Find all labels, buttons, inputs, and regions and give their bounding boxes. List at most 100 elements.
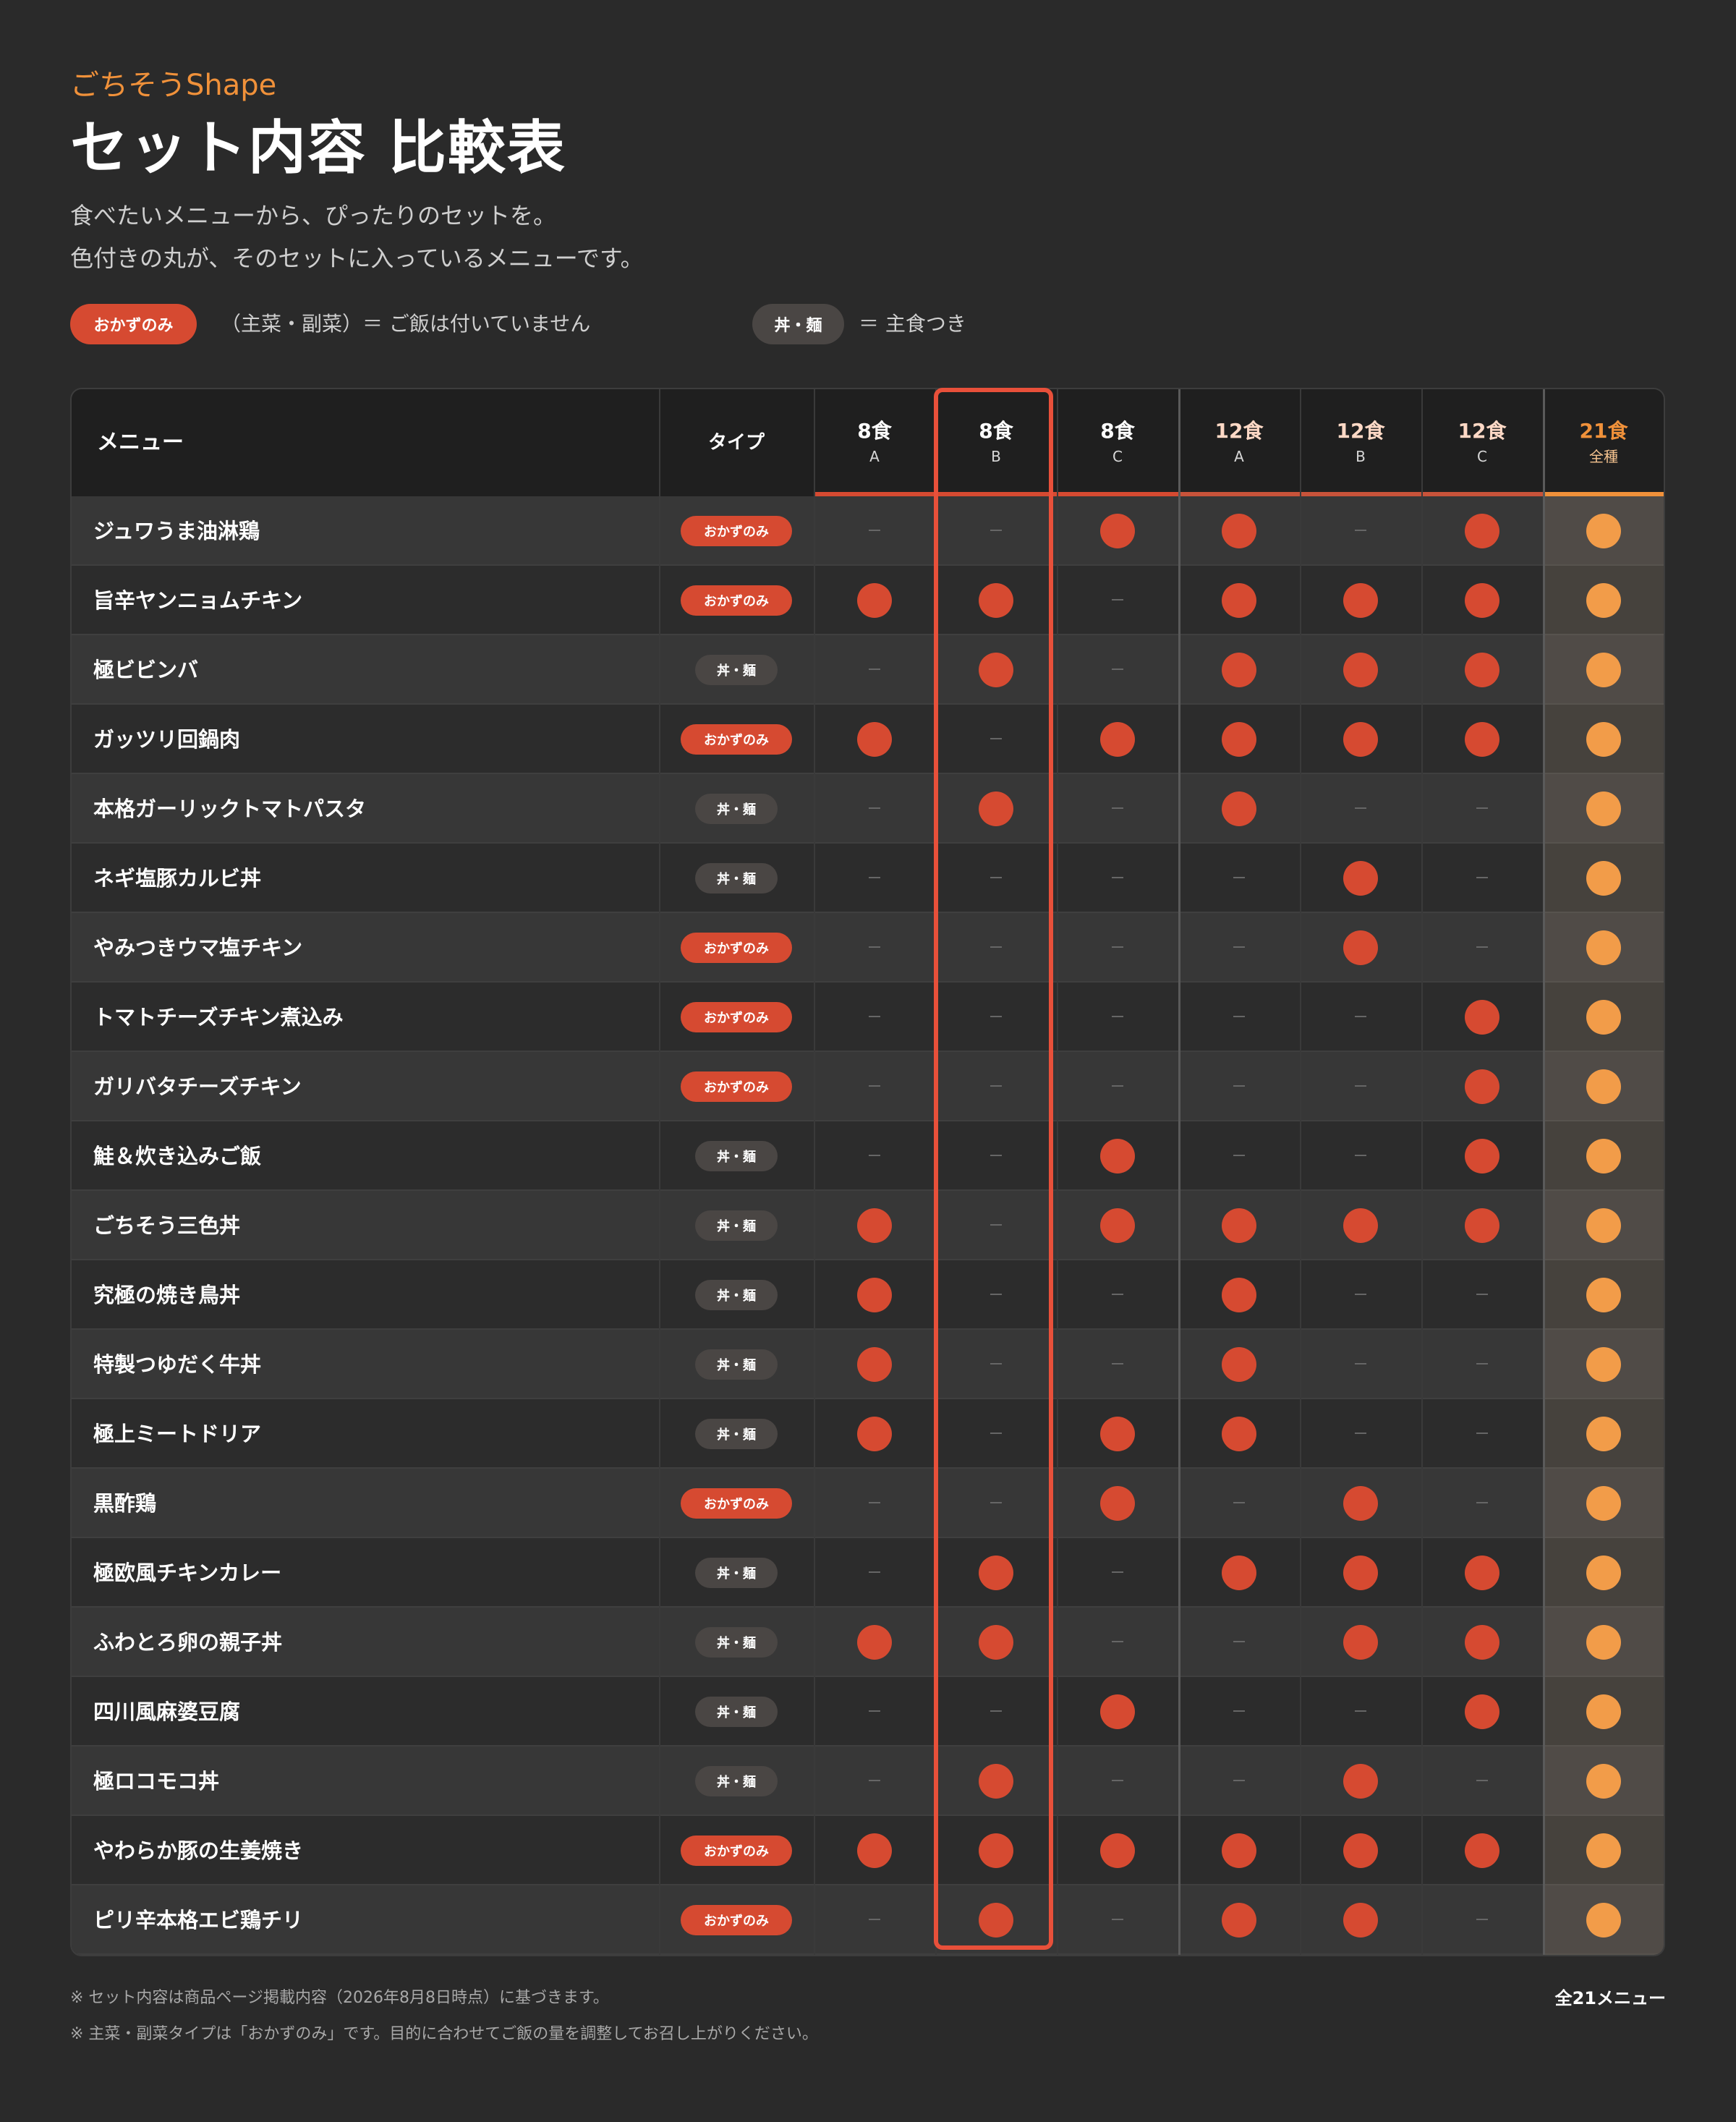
- comparison-table: メニュー タイプ 8食 A 8食 B 8食 C 12食 A 12食 B 12食 C 21食 全種 ジュワう…: [70, 388, 1665, 1956]
- not-included-dash: [1476, 1363, 1488, 1365]
- included-dot: [857, 583, 892, 618]
- set-header-variant: A: [1234, 448, 1244, 465]
- set-header-variant: A: [869, 448, 880, 465]
- footnote-2: ※ 主菜・副菜タイプは「おかずのみ」です。目的に合わせてご飯の量を調整してお召し…: [70, 2025, 818, 2043]
- included-dot: [1222, 1208, 1256, 1243]
- type-badge-don: 丼・麺: [695, 1210, 778, 1241]
- included-dot: [1100, 722, 1135, 757]
- menu-name: やみつきウマ塩チキン: [93, 935, 303, 960]
- legend-don-pill: 丼・麺: [752, 304, 844, 344]
- table-row: トマトチーズチキン煮込み おかずのみ: [72, 983, 1664, 1052]
- menu-name: ごちそう三色丼: [93, 1213, 241, 1238]
- included-dot: [857, 1208, 892, 1243]
- set-header-variant: C: [1112, 448, 1123, 465]
- included-dot: [1465, 1139, 1499, 1174]
- included-dot: [857, 1347, 892, 1382]
- not-included-dash: [869, 1016, 880, 1017]
- not-included-dash: [1112, 807, 1123, 809]
- legend-okazu-pill: おかずのみ: [70, 304, 197, 344]
- not-included-dash: [1112, 1363, 1123, 1365]
- included-dot: [1100, 1417, 1135, 1451]
- not-included-dash: [869, 669, 880, 670]
- not-included-dash: [869, 1571, 880, 1573]
- column-divider: [814, 389, 815, 1955]
- included-dot: [1343, 1208, 1378, 1243]
- included-dot: [1222, 791, 1256, 826]
- set-header-5: 12食 B: [1300, 418, 1421, 469]
- included-dot: [857, 1833, 892, 1868]
- not-included-dash: [1112, 1641, 1123, 1642]
- table-row: 旨辛ヤンニョムチキン おかずのみ: [72, 566, 1664, 635]
- type-badge-okazu: おかずのみ: [681, 516, 792, 546]
- not-included-dash: [1355, 1155, 1366, 1156]
- legend: おかずのみ （主菜・副菜）＝ ご飯は付いていません 丼・麺 ＝ 主食つき: [70, 304, 1083, 344]
- type-badge-don: 丼・麺: [695, 794, 778, 824]
- type-badge-okazu: おかずのみ: [681, 724, 792, 755]
- not-included-dash: [1112, 1919, 1123, 1920]
- included-dot: [1222, 514, 1256, 548]
- type-badge-don: 丼・麺: [695, 1697, 778, 1727]
- table-row: 極ビビンバ 丼・麺: [72, 635, 1664, 705]
- not-included-dash: [1476, 946, 1488, 948]
- not-included-dash: [1233, 877, 1245, 878]
- table-row: 極上ミートドリア 丼・麺: [72, 1399, 1664, 1469]
- included-dot: [1465, 1833, 1499, 1868]
- set-header-variant: 全種: [1589, 448, 1618, 465]
- table-row: 黒酢鶏 おかずのみ: [72, 1469, 1664, 1538]
- not-included-dash: [1112, 599, 1123, 600]
- not-included-dash: [869, 1155, 880, 1156]
- description-line-1: 食べたいメニューから、ぴったりのセットを。: [70, 202, 557, 229]
- table-row: 鮭＆炊き込みご飯 丼・麺: [72, 1121, 1664, 1191]
- included-dot: [1465, 1000, 1499, 1035]
- menu-name: ふわとろ卵の親子丼: [93, 1630, 283, 1655]
- menu-name: 究極の焼き鳥丼: [93, 1283, 241, 1307]
- not-included-dash: [1233, 1780, 1245, 1781]
- not-included-dash: [1355, 807, 1366, 809]
- table-row: ごちそう三色丼 丼・麺: [72, 1191, 1664, 1260]
- set-header-name: 8食: [1100, 419, 1135, 443]
- not-included-dash: [1355, 530, 1366, 531]
- not-included-dash: [1233, 1710, 1245, 1712]
- not-included-dash: [869, 807, 880, 809]
- not-included-dash: [1112, 669, 1123, 670]
- not-included-dash: [869, 877, 880, 878]
- included-dot: [1465, 1694, 1499, 1729]
- not-included-dash: [1476, 877, 1488, 878]
- menu-name: ガッツリ回鍋肉: [93, 727, 241, 752]
- not-included-dash: [1112, 1294, 1123, 1295]
- included-dot: [1100, 1208, 1135, 1243]
- legend-okazu-text: （主菜・副菜）＝ ご飯は付いていません: [221, 312, 591, 336]
- not-included-dash: [1476, 1780, 1488, 1781]
- set-header-variant: C: [1477, 448, 1487, 465]
- table-row: 極欧風チキンカレー 丼・麺: [72, 1538, 1664, 1608]
- set-header-4: 12食 A: [1178, 418, 1300, 469]
- not-included-dash: [1233, 1641, 1245, 1642]
- not-included-dash: [1233, 1016, 1245, 1017]
- included-dot: [1465, 514, 1499, 548]
- not-included-dash: [1476, 1502, 1488, 1503]
- row-divider: [72, 1953, 1664, 1955]
- not-included-dash: [869, 1502, 880, 1503]
- included-dot: [1343, 1833, 1378, 1868]
- included-dot: [1343, 861, 1378, 896]
- highlighted-set-frame: [934, 388, 1053, 1950]
- menu-name: ピリ辛本格エビ鶏チリ: [93, 1908, 304, 1932]
- included-dot: [1100, 1833, 1135, 1868]
- table-row: ネギ塩豚カルビ丼 丼・麺: [72, 844, 1664, 913]
- included-dot: [1343, 1486, 1378, 1521]
- menu-name: 極ビビンバ: [93, 658, 199, 682]
- included-dot: [1222, 1903, 1256, 1938]
- type-badge-okazu: おかずのみ: [681, 1835, 792, 1866]
- included-dot: [1343, 1556, 1378, 1590]
- menu-name: 旨辛ヤンニョムチキン: [93, 588, 303, 613]
- not-included-dash: [1233, 1085, 1245, 1087]
- menu-name: ガリバタチーズチキン: [93, 1074, 302, 1099]
- table-row: ふわとろ卵の親子丼 丼・麺: [72, 1608, 1664, 1677]
- menu-name: ネギ塩豚カルビ丼: [93, 866, 262, 891]
- included-dot: [1222, 583, 1256, 618]
- table-row: ジュワうま油淋鶏 おかずのみ: [72, 496, 1664, 566]
- not-included-dash: [1112, 1780, 1123, 1781]
- table-row: ピリ辛本格エビ鶏チリ おかずのみ: [72, 1885, 1664, 1955]
- not-included-dash: [1112, 877, 1123, 878]
- menu-column-header: メニュー: [97, 430, 184, 455]
